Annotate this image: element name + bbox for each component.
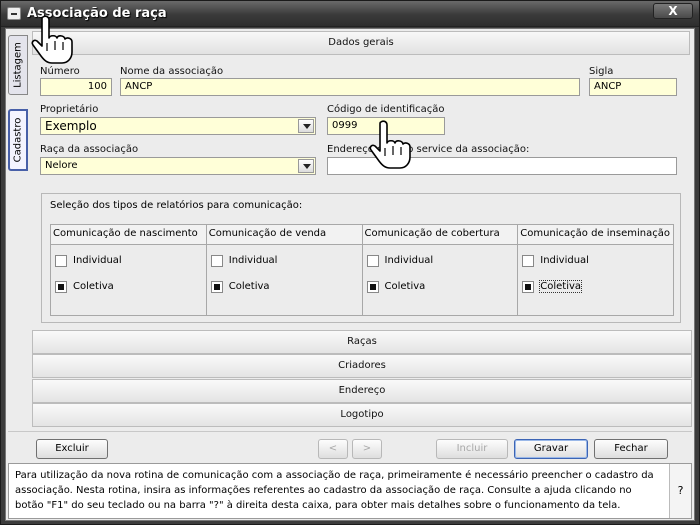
endereco-label: Endereço do web service da associação: [327,144,530,155]
app-window: Associação de raça X Listagem Cadastro D… [0,0,700,525]
individual-label: Individual [540,255,589,266]
col-header: Comunicação de cobertura [362,225,518,245]
section-dados-gerais[interactable]: Dados gerais [32,31,690,55]
individual-checkbox[interactable] [55,255,67,267]
tab-cadastro[interactable]: Cadastro [8,109,28,171]
coletiva-label: Coletiva [228,281,270,292]
tab-listagem-label: Listagem [12,42,24,88]
next-button[interactable]: > [352,439,382,459]
prev-button[interactable]: < [318,439,348,459]
individual-checkbox[interactable] [210,255,223,267]
tab-listagem[interactable]: Listagem [8,35,28,95]
help-text: Para utilização da nova rotina de comuni… [15,470,654,511]
individual-label: Individual [228,255,278,266]
report-types-group: Seleção dos tipos de relatórios para com… [41,193,681,323]
col-cobertura: Comunicação de cobertura Individual Cole… [362,225,519,315]
proprietario-value: Exemplo [45,119,97,133]
codigo-label: Código de identificação [327,104,445,115]
proprietario-label: Proprietário [40,104,99,115]
numero-field[interactable]: 100 [40,78,112,96]
col-nascimento: Comunicação de nascimento Individual Col… [51,225,207,315]
individual-checkbox[interactable] [366,255,379,267]
endereco-field[interactable] [327,157,677,175]
report-group-title: Seleção dos tipos de relatórios para com… [50,200,303,211]
raca-combo[interactable]: Nelore [40,157,316,175]
coletiva-checkbox[interactable] [210,281,223,293]
accordion-racas[interactable]: Raças [32,330,692,354]
tab-cadastro-label: Cadastro [12,117,24,163]
accordion-criadores[interactable]: Criadores [32,354,692,378]
col-inseminacao: Comunicação de inseminação Individual Co… [518,225,673,315]
help-panel: Para utilização da nova rotina de comuni… [8,463,692,519]
raca-value: Nelore [45,160,78,171]
coletiva-checkbox[interactable] [366,281,379,293]
col-header: Comunicação de nascimento [51,225,206,245]
individual-checkbox[interactable] [522,255,535,267]
individual-label: Individual [73,255,122,266]
incluir-button[interactable]: Incluir [436,439,508,459]
accordion-logotipo[interactable]: Logotipo [32,403,692,427]
individual-label: Individual [384,255,434,266]
fechar-button[interactable]: Fechar [594,439,668,459]
client-area: Listagem Cadastro Dados gerais Número 10… [5,28,695,521]
nome-field[interactable]: ANCP [120,78,580,96]
coletiva-label: Coletiva [539,280,583,293]
sigla-field[interactable]: ANCP [589,78,677,96]
col-header: Comunicação de venda [206,225,362,245]
gravar-button[interactable]: Gravar [514,439,588,459]
title-bar: Associação de raça X [1,1,699,27]
raca-label: Raça da associação [40,144,139,155]
coletiva-checkbox[interactable] [522,281,535,293]
col-header: Comunicação de inseminação [518,225,673,245]
sigla-label: Sigla [589,66,614,77]
excluir-button[interactable]: Excluir [36,439,108,459]
col-venda: Comunicação de venda Individual Coletiva [206,225,363,315]
button-bar: Excluir < > Incluir Gravar Fechar [8,431,692,461]
coletiva-checkbox[interactable] [55,281,67,293]
nome-label: Nome da associação [120,66,224,77]
numero-label: Número [40,66,80,77]
window-title: Associação de raça [27,6,167,21]
window-menu-icon[interactable] [7,7,21,20]
codigo-field[interactable]: 0999 [327,117,445,135]
chevron-down-icon[interactable] [298,119,314,133]
coletiva-label: Coletiva [73,281,114,292]
close-button[interactable]: X [653,3,693,19]
help-question-button[interactable]: ? [669,464,691,518]
chevron-down-icon[interactable] [298,159,314,173]
report-grid: Comunicação de nascimento Individual Col… [50,224,674,316]
accordion-endereco[interactable]: Endereço [32,379,692,403]
coletiva-label: Coletiva [384,281,426,292]
proprietario-combo[interactable]: Exemplo [40,117,316,135]
